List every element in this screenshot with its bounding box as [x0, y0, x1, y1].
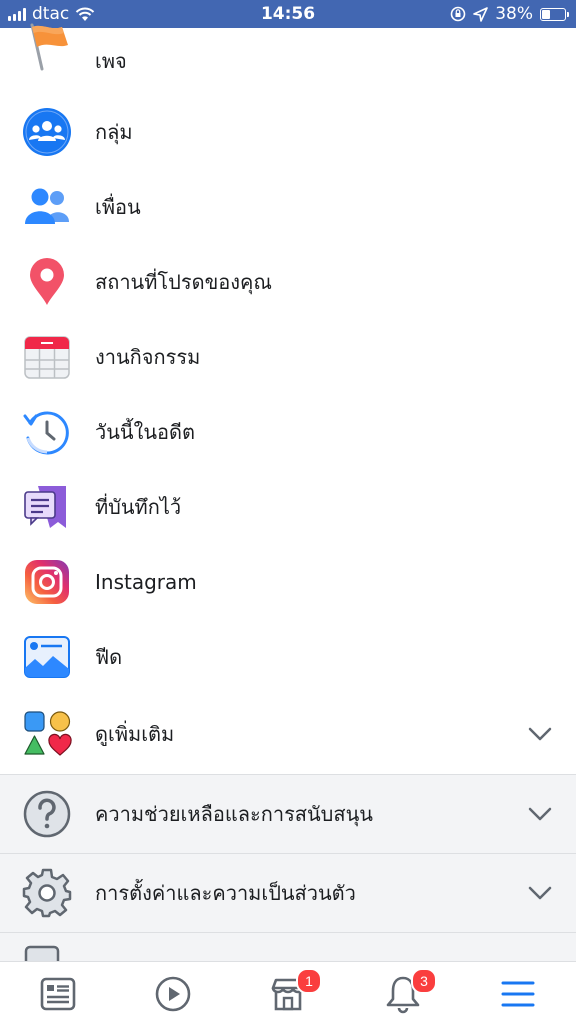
menu-item-label: ที่บันทึกไว้	[95, 494, 182, 519]
menu-item-label: ฟีด	[95, 644, 123, 669]
menu-item-label: ดูเพิ่มเติม	[95, 722, 175, 746]
calendar-icon	[24, 335, 70, 379]
battery-icon	[540, 7, 569, 21]
battery-percent: 38%	[495, 4, 533, 24]
menu-item-friends[interactable]: เพื่อน	[0, 169, 576, 244]
menu-item-instagram[interactable]: Instagram	[0, 544, 576, 619]
feed-icon	[24, 635, 70, 678]
menu-item-events[interactable]: งานกิจกรรม	[0, 319, 576, 394]
friends-icon	[25, 188, 69, 224]
tab-marketplace[interactable]: 1	[268, 968, 322, 1014]
menu-item-see-more[interactable]: ดูเพิ่มเติม	[0, 694, 576, 774]
menu-item-groups[interactable]: กลุ่ม	[0, 94, 576, 169]
chevron-down-icon	[528, 886, 552, 900]
location-arrow-icon	[473, 6, 489, 22]
menu-item-pages[interactable]: เพจ	[0, 23, 576, 94]
settings-label: การตั้งค่าและความเป็นส่วนตัว	[95, 881, 356, 905]
tab-news-feed[interactable]	[38, 974, 78, 1014]
menu-item-label: เพื่อน	[95, 194, 141, 219]
menu-item-label: งานกิจกรรม	[95, 344, 201, 369]
menu-item-saved[interactable]: ที่บันทึกไว้	[0, 469, 576, 544]
bottom-tab-bar: 1 3	[0, 961, 576, 1025]
marketplace-badge: 1	[296, 968, 322, 994]
saved-bookmark-icon	[24, 485, 66, 528]
tab-notifications[interactable]: 3	[383, 968, 437, 1014]
menu-item-label: Instagram	[95, 569, 197, 594]
chevron-down-icon	[528, 807, 552, 821]
help-label: ความช่วยเหลือและการสนับสนุน	[95, 802, 373, 826]
news-feed-icon	[40, 977, 76, 1011]
battery-level-fill	[542, 9, 550, 19]
location-pin-icon	[30, 257, 64, 305]
orientation-lock-icon	[450, 6, 466, 22]
status-bar: dtac 14:56 38%	[0, 0, 576, 28]
menu-item-label: กลุ่ม	[95, 119, 133, 144]
menu-item-label: วันนี้ในอดีต	[95, 419, 195, 444]
groups-icon	[23, 107, 71, 156]
instagram-icon	[25, 559, 69, 604]
play-video-icon	[155, 976, 191, 1012]
menu-item-label: สถานที่โปรดของคุณ	[95, 269, 272, 294]
shortcuts-menu: เพจ กลุ่ม เพื่อน สถานที่โปรดของคุณ งานกิ…	[0, 23, 576, 973]
flag-icon	[30, 23, 68, 71]
menu-item-memories[interactable]: วันนี้ในอดีต	[0, 394, 576, 469]
gear-icon	[22, 868, 72, 918]
menu-item-label: เพจ	[95, 49, 127, 73]
tab-menu[interactable]	[498, 974, 538, 1014]
menu-section-help-support[interactable]: ความช่วยเหลือและการสนับสนุน	[0, 774, 576, 853]
chevron-down-icon	[528, 727, 552, 741]
hamburger-menu-icon	[501, 981, 535, 1007]
memories-clock-icon	[23, 410, 69, 454]
shapes-icon	[24, 711, 72, 756]
tab-watch[interactable]	[153, 974, 193, 1014]
notifications-badge: 3	[411, 968, 437, 994]
menu-section-settings-privacy[interactable]: การตั้งค่าและความเป็นส่วนตัว	[0, 853, 576, 932]
menu-item-feed[interactable]: ฟีด	[0, 619, 576, 694]
help-question-icon	[23, 790, 71, 838]
menu-item-favorite-places[interactable]: สถานที่โปรดของคุณ	[0, 244, 576, 319]
